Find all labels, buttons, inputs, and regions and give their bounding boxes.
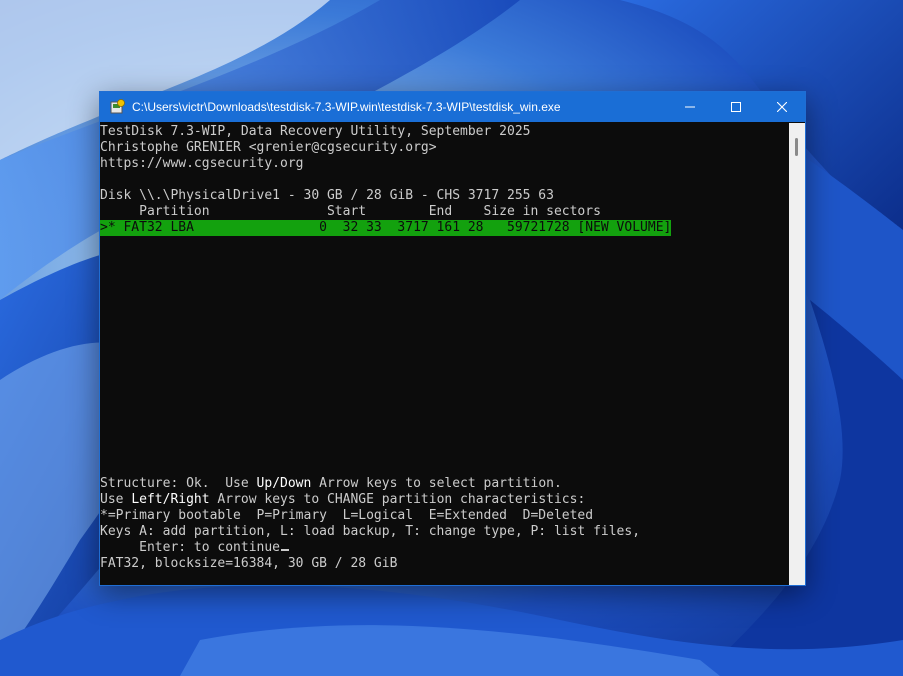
header-line-3: https://www.cgsecurity.org [100, 156, 304, 171]
minimize-icon [685, 106, 695, 108]
scrollbar-thumb[interactable] [795, 138, 798, 156]
vertical-scrollbar[interactable] [789, 123, 805, 585]
footer-text: Arrow keys to CHANGE partition character… [209, 492, 586, 507]
close-button[interactable] [759, 92, 805, 122]
partition-table-header: Partition Start End Size in sectors [100, 204, 601, 219]
text-cursor [281, 549, 290, 551]
footer-text: Structure: Ok. Use [100, 476, 257, 491]
testdisk-app-icon [110, 99, 126, 115]
close-icon [777, 102, 787, 112]
footer-change-line: Use Left/Right Arrow keys to CHANGE part… [100, 492, 585, 508]
disk-info: Disk \\.\PhysicalDrive1 - 30 GB / 28 GiB… [100, 188, 554, 203]
partition-row-selected[interactable]: >* FAT32 LBA 0 32 33 3717 161 28 5972172… [100, 220, 672, 236]
testdisk-window[interactable]: C:\Users\victr\Downloads\testdisk-7.3-WI… [99, 91, 806, 586]
footer-structure-line: Structure: Ok. Use Up/Down Arrow keys to… [100, 476, 562, 492]
footer-fs-info: FAT32, blocksize=16384, 30 GB / 28 GiB [100, 556, 398, 571]
maximize-icon [731, 102, 741, 112]
header-line-2: Christophe GRENIER <grenier@cgsecurity.o… [100, 140, 437, 155]
footer-text: Arrow keys to select partition. [311, 476, 562, 491]
console-area[interactable]: TestDisk 7.3-WIP, Data Recovery Utility,… [100, 123, 790, 585]
footer-keys-line: Keys A: add partition, L: load backup, T… [100, 524, 641, 539]
enter-continue-text: Enter: to continue [100, 540, 281, 555]
footer-text: Use [100, 492, 132, 507]
left-right-keys: Left/Right [131, 492, 210, 507]
maximize-button[interactable] [713, 92, 759, 122]
minimize-button[interactable] [667, 92, 713, 122]
window-title: C:\Users\victr\Downloads\testdisk-7.3-WI… [132, 100, 561, 114]
footer-legend-line: *=Primary bootable P=Primary L=Logical E… [100, 508, 594, 523]
footer-enter-line: Enter: to continue [100, 540, 290, 556]
title-bar[interactable]: C:\Users\victr\Downloads\testdisk-7.3-WI… [100, 92, 805, 122]
up-down-keys: Up/Down [256, 476, 312, 491]
header-line-1: TestDisk 7.3-WIP, Data Recovery Utility,… [100, 124, 531, 139]
